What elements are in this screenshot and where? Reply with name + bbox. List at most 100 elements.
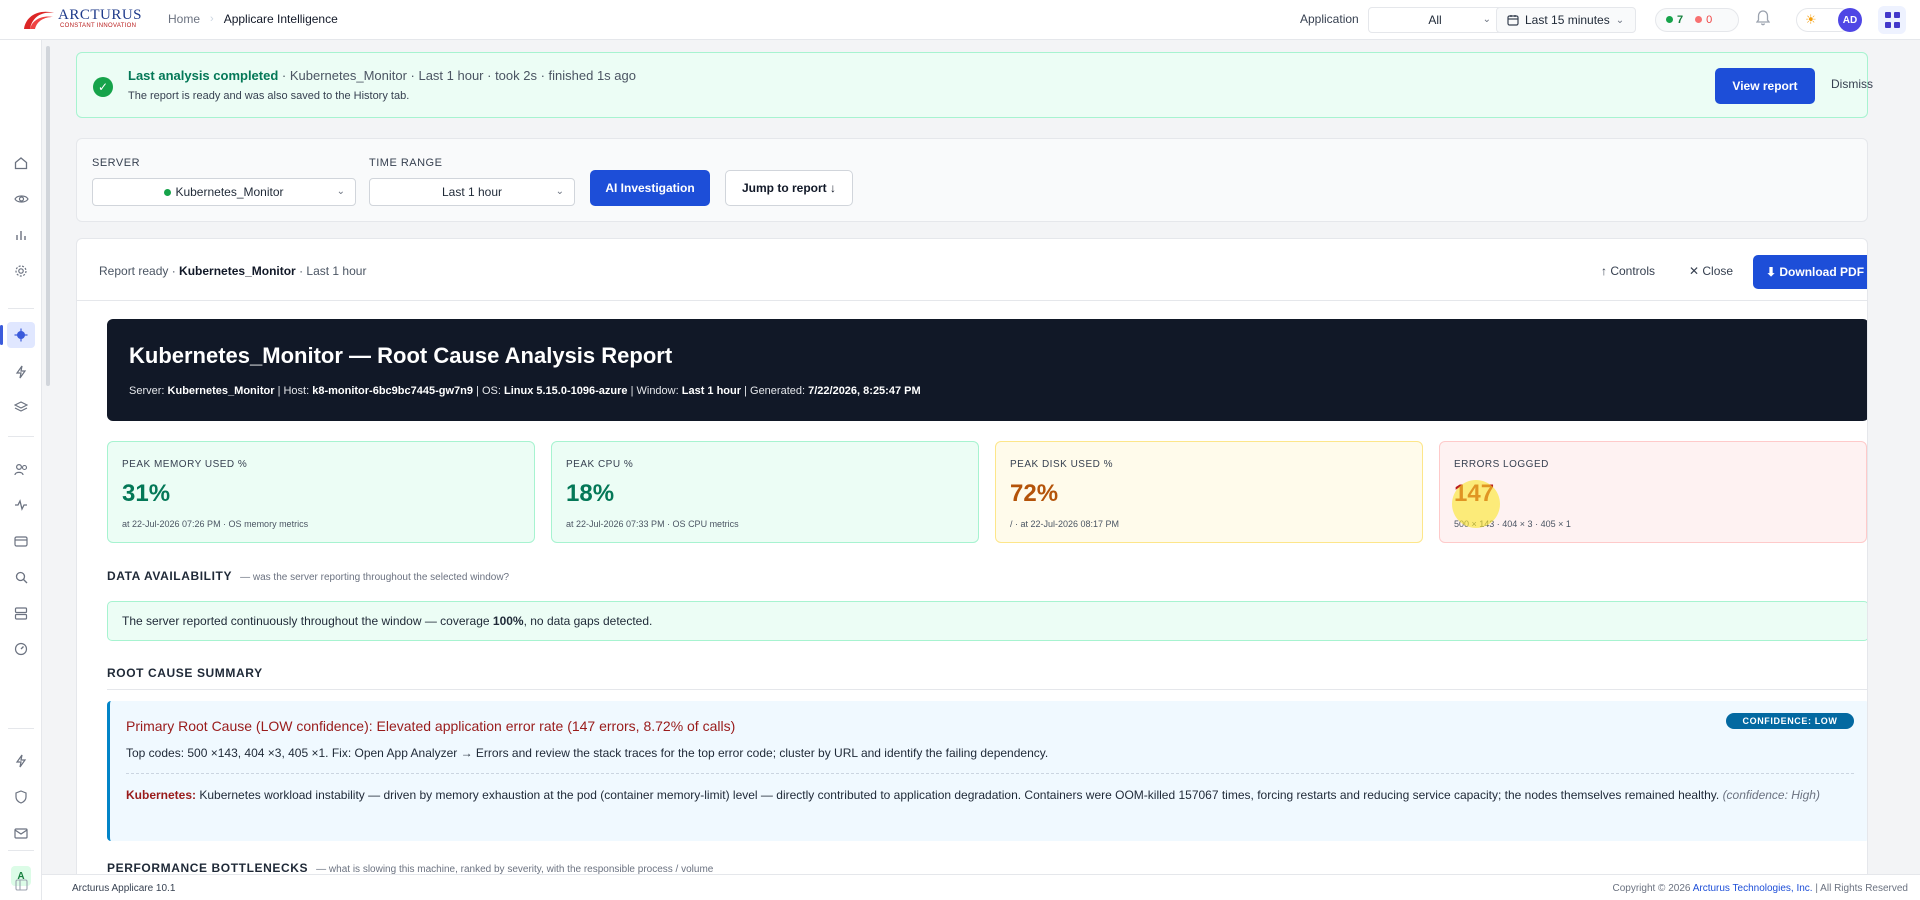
meta-generated-label: | Generated: <box>744 385 806 397</box>
sun-icon: ☀ <box>1805 12 1817 27</box>
root-cause-codes: Top codes: 500 ×143, 404 ×3, 405 ×1. Fix… <box>126 746 1049 760</box>
agent-status-pill[interactable]: 7 0 <box>1655 8 1739 32</box>
bar-chart-icon[interactable] <box>10 224 32 246</box>
time-range-select[interactable]: Last 15 minutes ⌄ <box>1496 7 1636 33</box>
sidebar: A <box>0 40 42 900</box>
company-link[interactable]: Arcturus Technologies, Inc. <box>1693 883 1813 894</box>
logo-text: ARCTURUS <box>58 7 143 23</box>
kubernetes-finding: Kubernetes: Kubernetes workload instabil… <box>126 786 1854 804</box>
server-icon[interactable] <box>10 602 32 624</box>
card-icon[interactable] <box>10 530 32 552</box>
server-label: SERVER <box>92 157 141 169</box>
sidebar-divider <box>8 728 34 729</box>
report-status-prefix: Report ready · <box>99 264 176 278</box>
coverage-value: 100% <box>492 614 524 628</box>
breadcrumb-home[interactable]: Home <box>168 12 200 26</box>
green-dot-icon <box>1666 16 1673 23</box>
search-icon[interactable] <box>10 566 32 588</box>
kubernetes-confidence: (confidence: High) <box>1722 788 1820 802</box>
close-button[interactable]: ✕ Close <box>1689 264 1733 278</box>
collapse-sidebar-icon[interactable] <box>10 874 32 896</box>
breadcrumb: Home › Applicare Intelligence <box>168 12 338 26</box>
banner-meta: · Kubernetes_Monitor · Last 1 hour · too… <box>281 68 636 83</box>
metric-detail: / · at 22-Jul-2026 08:17 PM <box>1010 519 1120 529</box>
report-time-range-value: Last 1 hour <box>441 185 503 199</box>
primary-root-cause: Primary Root Cause (LOW confidence): Ele… <box>126 718 736 734</box>
apps-grid-icon[interactable] <box>1878 6 1906 34</box>
arcturus-logo[interactable]: ARCTURUS CONSTANT INNOVATION <box>20 5 143 35</box>
avatar[interactable]: AD <box>1838 8 1862 32</box>
meta-window-label: | Window: <box>630 385 679 397</box>
metric-value: 18% <box>566 480 615 507</box>
server-select[interactable]: Kubernetes_Monitor ⌄ <box>92 178 356 206</box>
metric-label: PEAK DISK USED % <box>1010 459 1114 470</box>
application-label: Application <box>1300 12 1359 26</box>
time-range-label: TIME RANGE <box>369 157 443 169</box>
chevron-down-icon: ⌄ <box>1615 14 1625 26</box>
activity-icon[interactable] <box>10 494 32 516</box>
shield-icon[interactable] <box>10 786 32 808</box>
availability-text-end: , no data gaps detected. <box>523 614 653 628</box>
eye-icon[interactable] <box>10 188 32 210</box>
meta-os: Linux 5.15.0-1096-azure <box>504 385 628 397</box>
cursor-highlight <box>1452 480 1500 528</box>
mail-icon[interactable] <box>10 822 32 844</box>
logo-swoosh-icon <box>24 11 54 29</box>
metric-label: PEAK MEMORY USED % <box>122 459 248 470</box>
bell-icon[interactable] <box>1755 10 1771 29</box>
metric-detail: at 22-Jul-2026 07:26 PM · OS memory metr… <box>122 519 309 529</box>
ai-investigation-icon[interactable] <box>0 322 35 348</box>
section-divider <box>107 689 1867 690</box>
copyright: Copyright © 2026 Arcturus Technologies, … <box>1612 883 1908 894</box>
lightning-icon[interactable] <box>10 750 32 772</box>
section-title: DATA AVAILABILITY <box>107 569 233 583</box>
banner-title-line: Last analysis completed · Kubernetes_Mon… <box>128 68 636 83</box>
copyright-prefix: Copyright © 2026 <box>1612 883 1691 894</box>
calendar-icon <box>1507 15 1519 26</box>
report-status: Report ready · Kubernetes_Monitor · Last… <box>99 264 366 278</box>
report-panel: Report ready · Kubernetes_Monitor · Last… <box>76 238 1868 900</box>
red-dot-icon <box>1695 16 1703 23</box>
report-status-window: · Last 1 hour <box>299 264 367 278</box>
metric-label: PEAK CPU % <box>566 459 634 470</box>
report-time-range-select[interactable]: Last 1 hour ⌄ <box>369 178 575 206</box>
data-availability-box: The server reported continuously through… <box>107 601 1867 641</box>
server-online-dot-icon <box>164 188 172 196</box>
chevron-down-icon: ⌄ <box>336 186 345 197</box>
sidebar-scrollbar[interactable] <box>46 46 50 386</box>
availability-text: The server reported continuously through… <box>122 614 490 628</box>
dismiss-button[interactable]: Dismiss <box>1831 77 1873 91</box>
data-availability-heading: DATA AVAILABILITY — was the server report… <box>107 569 509 583</box>
home-icon[interactable] <box>10 152 32 174</box>
meta-os-label: | OS: <box>476 385 501 397</box>
banner-title: Last analysis completed <box>128 68 279 83</box>
root-cause-heading: ROOT CAUSE SUMMARY <box>107 666 263 680</box>
view-report-button[interactable]: View report <box>1715 68 1815 104</box>
chevron-down-icon: ⌄ <box>555 186 564 197</box>
chevron-down-icon: ⌄ <box>1482 14 1491 25</box>
top-bar: ARCTURUS CONSTANT INNOVATION Home › Appl… <box>0 0 1920 40</box>
server-select-value: Kubernetes_Monitor <box>175 185 284 199</box>
meta-server-label: Server: <box>129 385 165 397</box>
jump-to-report-button[interactable]: Jump to report ↓ <box>725 170 853 206</box>
copyright-rights: | All Rights Reserved <box>1815 883 1908 894</box>
chevron-right-icon: › <box>210 13 214 25</box>
report-toolbar: Report ready · Kubernetes_Monitor · Last… <box>77 239 1867 301</box>
performance-bottlenecks-heading: PERFORMANCE BOTTLENECKS — what is slowing… <box>107 861 713 875</box>
gauge-icon[interactable] <box>10 638 32 660</box>
application-select[interactable]: All ⌄ <box>1368 7 1502 33</box>
sidebar-divider <box>8 436 34 437</box>
ai-investigation-button[interactable]: AI Investigation <box>590 170 710 206</box>
time-range-value: Last 15 minutes <box>1525 13 1610 27</box>
meta-generated: 7/22/2026, 8:25:47 PM <box>808 385 921 397</box>
meta-window: Last 1 hour <box>681 385 742 397</box>
analysis-controls: SERVER Kubernetes_Monitor ⌄ TIME RANGE L… <box>76 138 1868 222</box>
controls-button[interactable]: ↑ Controls <box>1601 264 1655 278</box>
dashed-divider <box>126 773 1854 774</box>
gear-icon[interactable] <box>10 260 32 282</box>
report-header: Kubernetes_Monitor — Root Cause Analysis… <box>107 319 1867 421</box>
users-icon[interactable] <box>10 458 32 480</box>
lightning-icon[interactable] <box>10 361 32 383</box>
download-pdf-button[interactable]: ⬇ Download PDF <box>1753 255 1867 289</box>
layers-icon[interactable] <box>10 396 32 418</box>
